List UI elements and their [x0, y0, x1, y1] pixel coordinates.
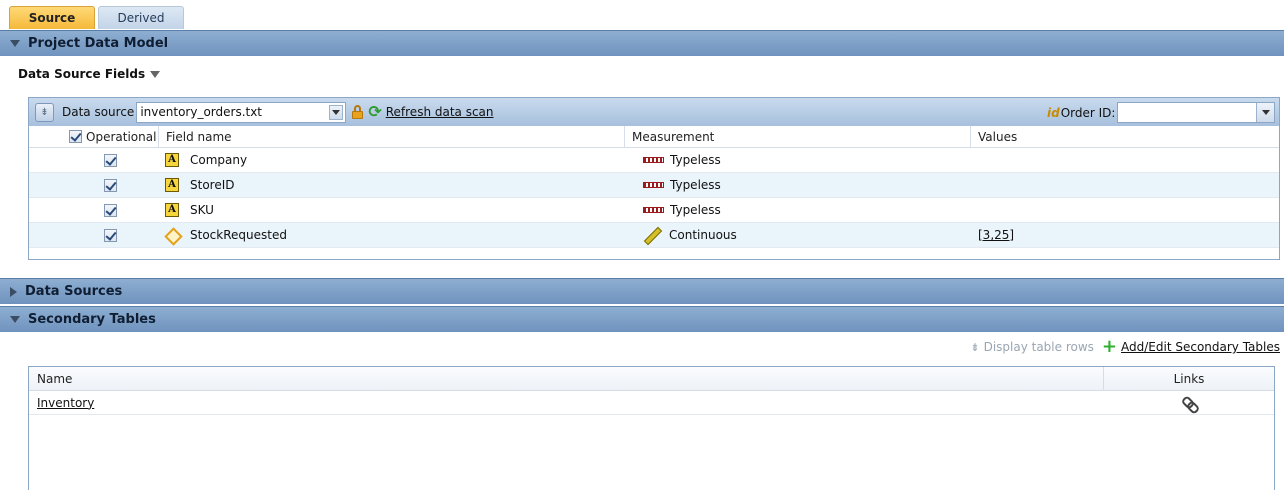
tab-derived[interactable]: Derived: [98, 6, 184, 29]
operational-checkbox[interactable]: [104, 178, 117, 192]
table-row[interactable]: A Company Typeless: [29, 148, 1279, 173]
double-arrow-down-icon: ⇟: [40, 106, 49, 118]
secondary-tables-toolbar: ⇟ Display table rows + Add/Edit Secondar…: [970, 338, 1280, 356]
measurement-value: Typeless: [670, 153, 721, 167]
double-arrow-down-icon: ⇟: [970, 340, 980, 354]
order-id-label: Order ID:: [1060, 105, 1116, 120]
measurement-value: Typeless: [670, 178, 721, 192]
display-table-rows-button[interactable]: Display table rows: [984, 340, 1094, 354]
order-id-area: id Order ID:: [1047, 102, 1276, 123]
field-name-column-header[interactable]: Field name: [159, 126, 625, 147]
tab-source[interactable]: Source: [9, 6, 95, 29]
subheading-label: Data Source Fields: [18, 67, 146, 81]
field-name: Company: [190, 153, 248, 167]
field-name: StockRequested: [190, 228, 287, 242]
data-source-select[interactable]: inventory_orders.txt: [136, 101, 347, 123]
field-name: SKU: [190, 203, 214, 217]
chain-link-icon[interactable]: [1182, 396, 1196, 410]
values-column-header[interactable]: Values: [971, 126, 1279, 147]
order-id-select[interactable]: [1117, 102, 1276, 123]
table-row[interactable]: A SKU Typeless: [29, 198, 1279, 223]
field-name: StoreID: [190, 178, 235, 192]
measurement-value: Typeless: [670, 203, 721, 217]
id-icon: id: [1047, 105, 1060, 120]
operational-column-header[interactable]: Operational: [29, 126, 159, 147]
secondary-tables-header: Name Links: [29, 367, 1274, 391]
string-type-icon: A: [165, 203, 179, 217]
collapse-triangle-icon: [10, 316, 20, 323]
table-row[interactable]: Inventory: [29, 391, 1274, 415]
collapse-triangle-icon: [10, 40, 20, 47]
add-edit-secondary-tables-link[interactable]: Add/Edit Secondary Tables: [1121, 340, 1280, 354]
table-row[interactable]: StockRequested Continuous [3,25]: [29, 223, 1279, 248]
table-row[interactable]: A StoreID Typeless: [29, 173, 1279, 198]
select-all-checkbox[interactable]: [69, 130, 82, 143]
data-source-fields-panel: ⇟ Data source inventory_orders.txt ⟳ Ref…: [28, 97, 1280, 260]
values-range-link[interactable]: [3,25]: [978, 228, 1014, 242]
data-source-label: Data source: [62, 105, 135, 119]
section-project-data-model[interactable]: Project Data Model: [0, 30, 1284, 56]
fields-table-header: Operational Field name Measurement Value…: [29, 126, 1279, 148]
typeless-icon: [643, 157, 664, 163]
name-column-header[interactable]: Name: [29, 367, 1104, 390]
data-source-fields-heading[interactable]: Data Source Fields: [18, 67, 161, 81]
secondary-tables-panel: Name Links Inventory: [28, 366, 1275, 490]
continuous-type-icon: [165, 228, 180, 243]
measurement-column-header[interactable]: Measurement: [625, 126, 971, 147]
refresh-icon[interactable]: ⟳: [368, 104, 381, 120]
section-title: Data Sources: [25, 284, 123, 299]
section-secondary-tables[interactable]: Secondary Tables: [0, 306, 1284, 332]
operational-checkbox[interactable]: [104, 203, 117, 217]
section-title: Secondary Tables: [28, 312, 156, 327]
expand-triangle-icon: [10, 286, 17, 297]
chevron-down-icon[interactable]: [1256, 103, 1275, 122]
refresh-data-scan-link[interactable]: Refresh data scan: [386, 105, 494, 119]
secondary-table-name-link[interactable]: Inventory: [37, 396, 94, 410]
section-data-sources[interactable]: Data Sources: [0, 278, 1284, 304]
dropdown-triangle-icon: [150, 70, 161, 78]
data-source-toolbar: ⇟ Data source inventory_orders.txt ⟳ Ref…: [29, 98, 1279, 126]
move-down-button[interactable]: ⇟: [35, 102, 54, 122]
string-type-icon: A: [165, 178, 179, 192]
typeless-icon: [643, 207, 664, 213]
column-label: Operational: [86, 129, 157, 144]
data-source-value: inventory_orders.txt: [140, 105, 263, 119]
tab-strip: Source Derived: [9, 6, 184, 29]
ruler-icon: [644, 227, 660, 243]
plus-icon[interactable]: +: [1102, 338, 1117, 356]
measurement-value: Continuous: [669, 228, 737, 242]
operational-checkbox[interactable]: [104, 228, 117, 242]
lock-icon[interactable]: [351, 105, 364, 119]
chevron-down-icon[interactable]: [329, 104, 344, 120]
string-type-icon: A: [165, 153, 179, 167]
typeless-icon: [643, 182, 664, 188]
operational-checkbox[interactable]: [104, 153, 117, 167]
links-column-header[interactable]: Links: [1104, 367, 1274, 390]
section-title: Project Data Model: [28, 36, 169, 51]
